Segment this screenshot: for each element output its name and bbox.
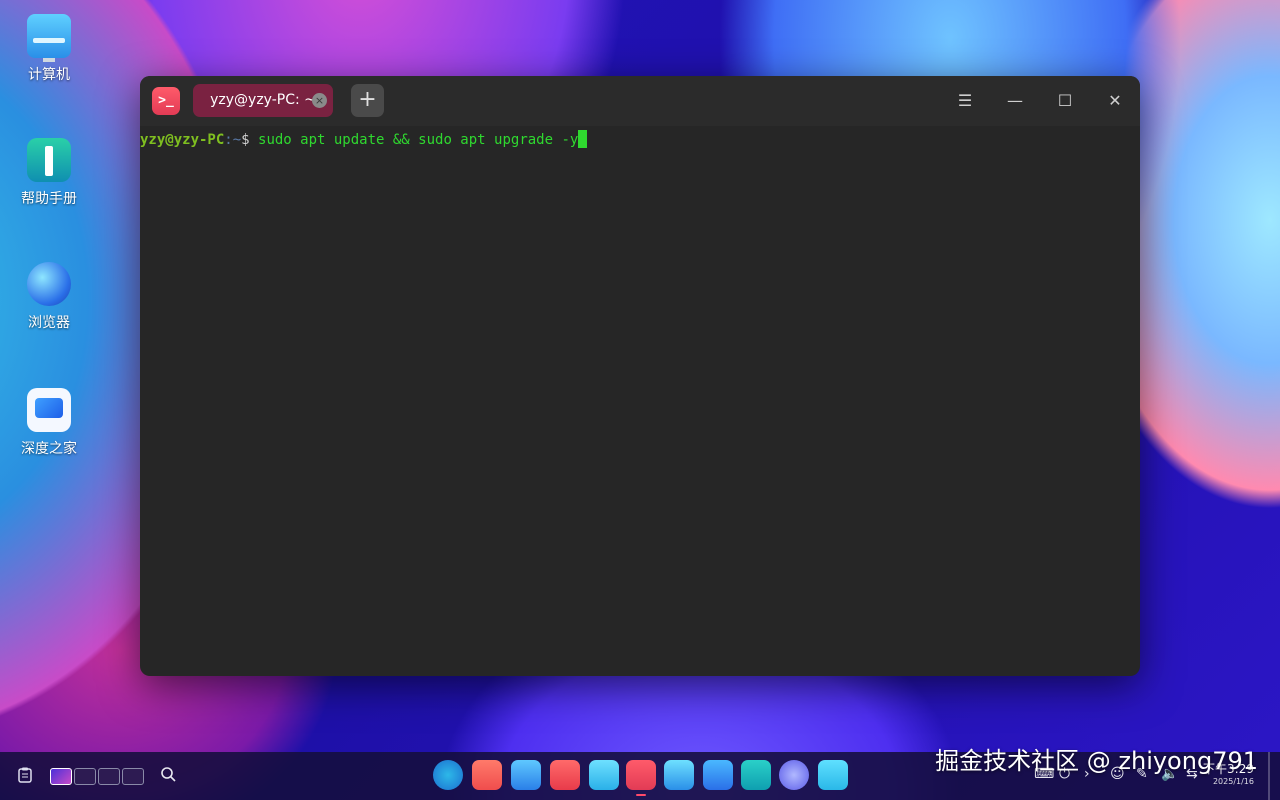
command-text: sudo apt update && sudo apt upgrade -y (249, 132, 579, 148)
new-tab-button[interactable]: + (351, 84, 384, 117)
terminal-titlebar[interactable]: >_ yzy@yzy-PC: ~ × + ☰ — ☐ ✕ (140, 76, 1140, 126)
music-icon[interactable] (664, 760, 694, 790)
workspace-3[interactable] (98, 768, 120, 785)
prompt-path: :~ (224, 132, 242, 148)
search-icon[interactable] (160, 766, 176, 786)
computer-icon (27, 14, 71, 62)
desktop-icon-label: 帮助手册 (21, 191, 77, 207)
watermark-text: 掘金技术社区 @ zhiyong791 (935, 747, 1258, 775)
app-store-icon[interactable] (472, 760, 502, 790)
workspace-1[interactable] (50, 768, 72, 785)
trash-icon[interactable] (818, 760, 848, 790)
desktop-icon-label: 计算机 (28, 67, 70, 83)
text-editor-icon[interactable] (703, 760, 733, 790)
tab-close-icon[interactable]: × (312, 93, 327, 108)
terminal-app-icon: >_ (152, 87, 180, 115)
desktop-icon-computer[interactable]: 计算机 (12, 14, 86, 84)
clipboard-icon[interactable] (18, 767, 32, 787)
desktop-icon-label: 浏览器 (28, 315, 70, 331)
settings-icon[interactable] (779, 760, 809, 790)
minimize-icon[interactable]: — (1003, 89, 1027, 113)
calculator-icon[interactable] (741, 760, 771, 790)
desktop-icon-label: 深度之家 (21, 441, 77, 457)
workspace-2[interactable] (74, 768, 96, 785)
clock-date: 2025/1/16 (1212, 777, 1254, 786)
deepin-home-icon (27, 388, 71, 432)
prompt-symbol: $ (241, 132, 250, 148)
file-manager-icon[interactable] (511, 760, 541, 790)
close-icon[interactable]: ✕ (1103, 89, 1127, 113)
active-indicator (636, 794, 646, 796)
show-desktop-strip[interactable] (1268, 752, 1270, 800)
lighthouse-icon (27, 138, 71, 182)
tab-title: yzy@yzy-PC: ~ (210, 92, 316, 108)
terminal-window[interactable]: >_ yzy@yzy-PC: ~ × + ☰ — ☐ ✕ yzy@yzy-PC:… (140, 76, 1140, 676)
menu-icon[interactable]: ☰ (953, 89, 977, 113)
terminal-output[interactable]: yzy@yzy-PC:~$ sudo apt update && sudo ap… (140, 126, 1140, 148)
text-cursor (578, 130, 588, 148)
desktop-icon-deepin-home[interactable]: 深度之家 (12, 388, 86, 458)
desktop-icon-browser[interactable]: 浏览器 (12, 262, 86, 332)
maximize-icon[interactable]: ☐ (1053, 89, 1077, 113)
launcher-icon[interactable] (433, 760, 463, 790)
mail-icon[interactable] (589, 760, 619, 790)
terminal-dock-icon[interactable] (626, 760, 656, 790)
terminal-tab[interactable]: yzy@yzy-PC: ~ × (193, 84, 333, 117)
browser-globe-icon (27, 262, 71, 306)
prompt-user: yzy@yzy-PC (140, 132, 225, 148)
workspace-4[interactable] (122, 768, 144, 785)
desktop-icon-help-manual[interactable]: 帮助手册 (12, 138, 86, 208)
gift-app-icon[interactable] (550, 760, 580, 790)
